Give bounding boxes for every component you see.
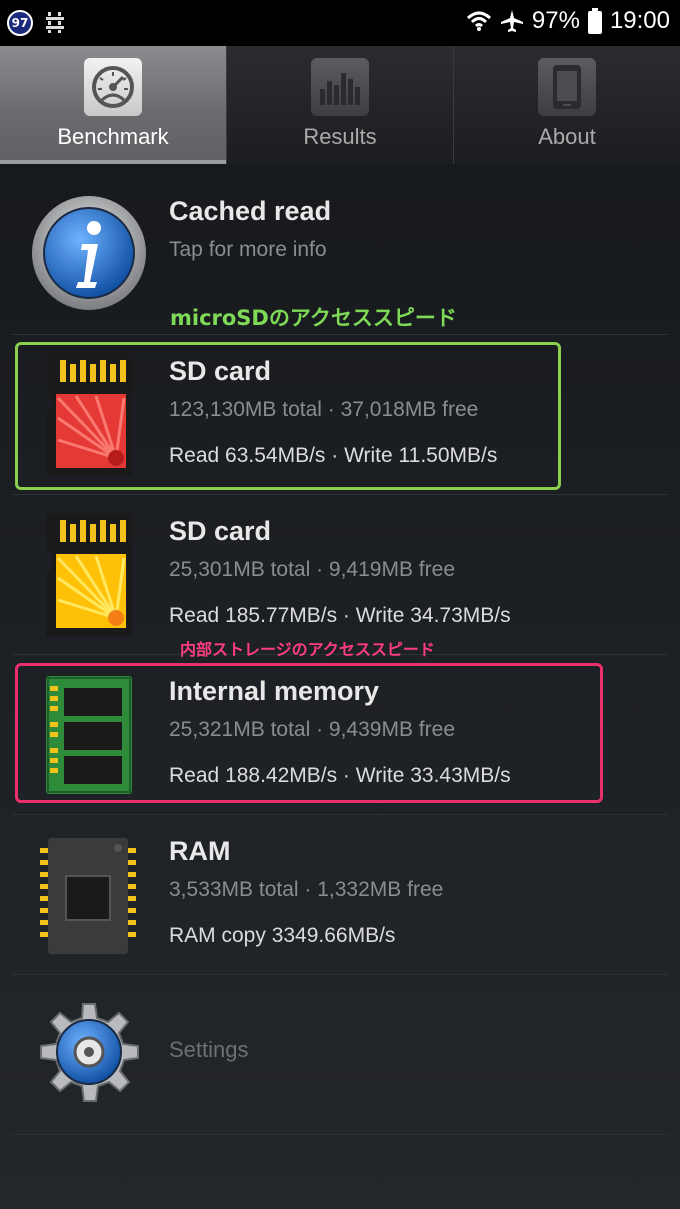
status-bar: 97 97% 19:00 bbox=[0, 0, 680, 46]
ram-row[interactable]: RAM 3,533MB total · 1,332MB free RAM cop… bbox=[0, 814, 680, 975]
cached-read-title: Cached read bbox=[169, 196, 332, 226]
ram-speed: RAM copy 3349.66MB/s bbox=[169, 924, 396, 947]
cached-read-subtitle: Tap for more info bbox=[169, 238, 327, 261]
microsd-annotation: microSDのアクセススピード bbox=[170, 306, 457, 330]
divider bbox=[12, 1134, 668, 1135]
gauge-icon bbox=[84, 58, 142, 116]
battery-percent: 97% bbox=[531, 7, 580, 34]
settings-row[interactable]: Settings bbox=[0, 974, 680, 1135]
tab-benchmark[interactable]: Benchmark bbox=[0, 46, 227, 164]
airplane-icon bbox=[500, 10, 523, 32]
tab-results-label: Results bbox=[303, 124, 377, 149]
info-icon bbox=[32, 196, 146, 310]
phone-icon bbox=[538, 58, 596, 116]
tab-benchmark-label: Benchmark bbox=[57, 124, 169, 149]
sd-card-2-title: SD card bbox=[169, 516, 272, 546]
usb-debug-icon bbox=[46, 12, 64, 33]
tab-results[interactable]: Results bbox=[227, 46, 454, 164]
sd-card-yellow-icon bbox=[46, 514, 132, 636]
internal-storage-highlight-box bbox=[15, 663, 603, 803]
ram-capacity: 3,533MB total · 1,332MB free bbox=[169, 878, 444, 901]
microsd-highlight-box bbox=[15, 342, 561, 490]
sd-card-row-2[interactable]: SD card 25,301MB total · 9,419MB free Re… bbox=[0, 494, 680, 655]
gear-icon bbox=[40, 1003, 139, 1102]
tab-about[interactable]: About bbox=[454, 46, 680, 164]
sd-card-2-capacity: 25,301MB total · 9,419MB free bbox=[169, 558, 455, 581]
bar-chart-icon bbox=[311, 58, 369, 116]
chip-icon bbox=[40, 838, 136, 954]
battery-icon bbox=[587, 8, 602, 34]
wifi-icon bbox=[466, 11, 491, 31]
tab-about-label: About bbox=[538, 124, 596, 149]
clock: 19:00 bbox=[609, 7, 670, 34]
settings-label: Settings bbox=[169, 1037, 249, 1062]
tab-bar: Benchmark Results About bbox=[0, 46, 680, 164]
sd-card-2-speed: Read 185.77MB/s · Write 34.73MB/s bbox=[169, 604, 511, 627]
notification-badge: 97 bbox=[7, 10, 33, 36]
ram-title: RAM bbox=[169, 836, 231, 866]
